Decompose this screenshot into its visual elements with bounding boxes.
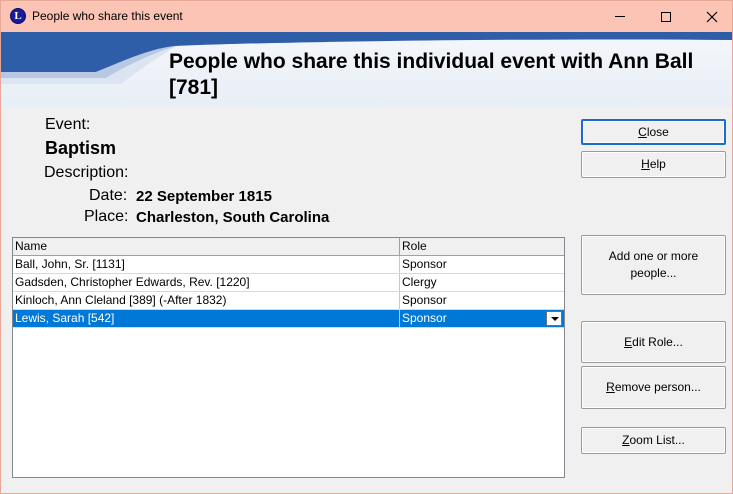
column-header-name[interactable]: Name [13, 238, 400, 255]
date-label: Date: [89, 187, 128, 204]
header-banner: People who share this individual event w… [1, 32, 732, 107]
table-row[interactable]: Ball, John, Sr. [1131] Sponsor [13, 256, 564, 274]
row-name: Kinloch, Ann Cleland [389] (-After 1832) [13, 292, 400, 309]
event-label: Event: [45, 116, 91, 133]
row-role: Sponsor [402, 257, 447, 271]
add-people-button[interactable]: Add one or more people... [581, 235, 726, 295]
place-label: Place: [84, 208, 129, 225]
remove-person-label: Remove person... [606, 380, 701, 394]
row-name: Ball, John, Sr. [1131] [13, 256, 400, 273]
minimize-icon [615, 16, 625, 17]
row-role: Clergy [402, 275, 437, 289]
remove-person-button[interactable]: Remove person... [581, 366, 726, 409]
close-window-button[interactable] [689, 1, 733, 32]
row-role: Sponsor [402, 293, 447, 307]
maximize-button[interactable] [643, 1, 689, 32]
maximize-icon [661, 11, 671, 22]
minimize-button[interactable] [597, 1, 643, 32]
close-button-label: Close [638, 124, 669, 139]
table-row[interactable]: Kinloch, Ann Cleland [389] (-After 1832)… [13, 292, 564, 310]
help-button-label: Help [641, 157, 666, 171]
row-name: Gadsden, Christopher Edwards, Rev. [1220… [13, 274, 400, 291]
role-dropdown-chevron-down-icon[interactable] [546, 311, 562, 326]
table-row[interactable]: Gadsden, Christopher Edwards, Rev. [1220… [13, 274, 564, 292]
description-label: Description: [44, 164, 129, 181]
close-icon [706, 11, 718, 22]
edit-role-button[interactable]: Edit Role... [581, 321, 726, 363]
table-row-selected[interactable]: Lewis, Sarah [542] Sponsor [13, 310, 564, 328]
row-role: Sponsor [402, 311, 447, 325]
close-button[interactable]: Close [581, 119, 726, 145]
grid-header: Name Role [13, 238, 564, 256]
place-value: Charleston, South Carolina [136, 209, 330, 226]
legacy-app-icon: L [10, 8, 26, 24]
title-bar: L People who share this event [1, 1, 732, 32]
help-button[interactable]: Help [581, 151, 726, 178]
column-header-role[interactable]: Role [400, 238, 564, 255]
edit-role-label: Edit Role... [624, 334, 683, 349]
add-people-label-line1: Add one or more [608, 249, 699, 263]
date-value: 22 September 1815 [136, 188, 272, 205]
add-people-label-line2: people... [630, 266, 677, 280]
row-name: Lewis, Sarah [542] [13, 310, 400, 327]
window-title: People who share this event [32, 9, 183, 23]
page-title: People who share this individual event w… [169, 50, 694, 99]
event-value: Baptism [45, 138, 117, 158]
dialog-window: L People who share this event People who… [0, 0, 733, 494]
people-grid[interactable]: Name Role Ball, John, Sr. [1131] Sponsor… [12, 237, 565, 478]
zoom-list-label: Zoom List... [622, 433, 685, 447]
zoom-list-button[interactable]: Zoom List... [581, 427, 726, 454]
